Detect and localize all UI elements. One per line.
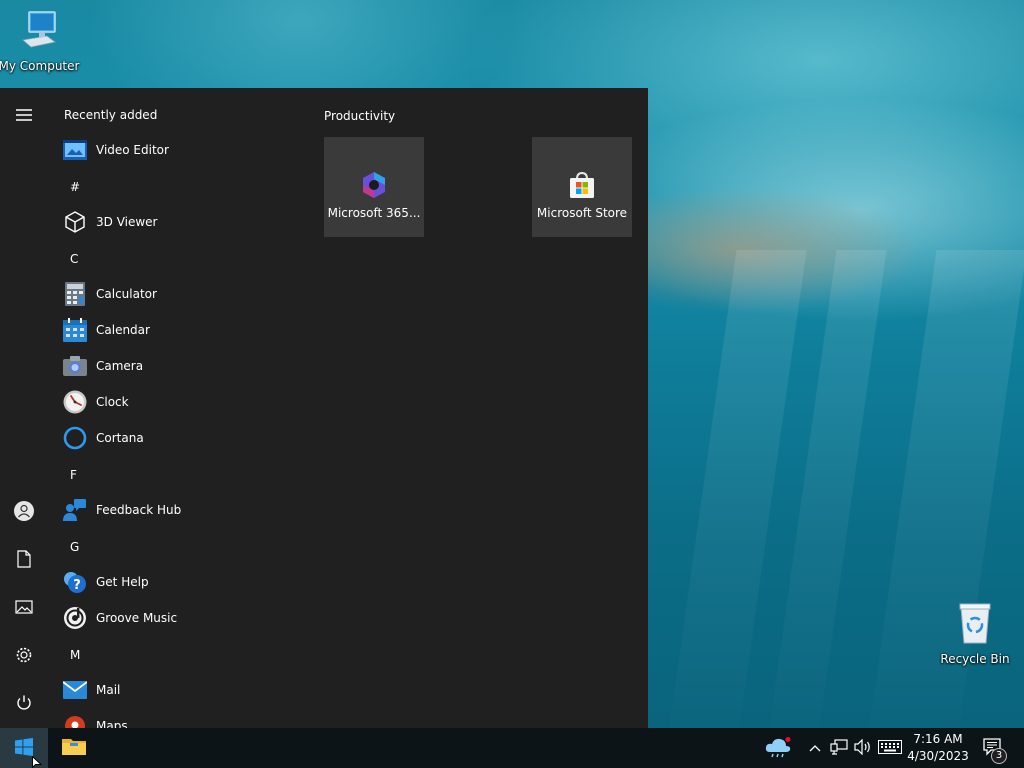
app-list: Recently added Video Editor # 3D Viewer …: [56, 88, 306, 728]
tile-microsoft-store[interactable]: Microsoft Store: [532, 137, 632, 237]
app-item-maps[interactable]: Maps: [62, 708, 302, 728]
keyboard-icon: [878, 739, 902, 757]
app-item-cortana[interactable]: Cortana: [62, 420, 302, 456]
volume-button[interactable]: [852, 728, 874, 768]
chevron-up-icon: [809, 741, 821, 755]
taskbar-clock[interactable]: 7:16 AM 4/30/2023: [904, 731, 972, 765]
letter-header-f[interactable]: F: [70, 468, 77, 482]
recycle-bin-icon: [955, 601, 995, 648]
user-account-button[interactable]: [0, 492, 48, 532]
pictures-icon: [15, 599, 33, 618]
desktop-icon-my-computer[interactable]: My Computer: [0, 10, 81, 73]
app-item-clock[interactable]: Clock: [62, 384, 302, 420]
letter-header-g[interactable]: G: [70, 540, 79, 554]
cortana-icon: [62, 425, 88, 451]
app-item-feedback-hub[interactable]: Feedback Hub: [62, 492, 302, 528]
app-name: Groove Music: [96, 611, 178, 625]
app-item-mail[interactable]: Mail: [62, 672, 302, 708]
power-icon: [15, 694, 33, 715]
letter-header-m[interactable]: M: [70, 648, 80, 662]
tile-microsoft-365[interactable]: Microsoft 365...: [324, 137, 424, 237]
start-menu: Recently added Video Editor # 3D Viewer …: [0, 88, 648, 728]
file-explorer-icon: [62, 737, 86, 760]
microsoft-365-icon: [358, 169, 390, 201]
recently-added-header: Recently added: [64, 108, 158, 122]
app-name: Video Editor: [96, 143, 169, 157]
show-hidden-icons-button[interactable]: [804, 728, 826, 768]
volume-icon: [854, 738, 872, 758]
touch-keyboard-button[interactable]: [876, 728, 904, 768]
hamburger-menu-icon: [15, 108, 33, 125]
mail-icon: [62, 677, 88, 703]
desktop-icon-recycle-bin[interactable]: Recycle Bin: [933, 601, 1017, 666]
weather-widget[interactable]: [760, 728, 796, 768]
app-item-calculator[interactable]: Calculator: [62, 276, 302, 312]
get-help-icon: ?: [62, 569, 88, 595]
app-name: Camera: [96, 359, 144, 373]
app-item-get-help[interactable]: ? Get Help: [62, 564, 302, 600]
app-item-3d-viewer[interactable]: 3D Viewer: [62, 204, 302, 240]
clock-icon: [62, 389, 88, 415]
cube-icon: [62, 209, 88, 235]
app-item-calendar[interactable]: Calendar: [62, 312, 302, 348]
app-name: Feedback Hub: [96, 503, 182, 517]
tile-group-title[interactable]: Productivity: [324, 109, 395, 123]
clock-time: 7:16 AM: [913, 732, 963, 746]
desktop-icon-label: My Computer: [0, 59, 80, 73]
app-name: Get Help: [96, 575, 149, 589]
app-name: Calendar: [96, 323, 150, 337]
letter-header-c[interactable]: C: [70, 252, 78, 266]
taskbar: 7:16 AM 4/30/2023 3: [0, 728, 1024, 768]
weather-icon: [764, 736, 792, 761]
start-rail: [0, 88, 48, 728]
camera-icon: [62, 353, 88, 379]
app-item-groove-music[interactable]: Groove Music: [62, 600, 302, 636]
app-item-camera[interactable]: Camera: [62, 348, 302, 384]
app-name: Maps: [96, 719, 128, 728]
groove-music-icon: [62, 605, 88, 631]
svg-text:?: ?: [73, 578, 81, 593]
hamburger-menu-button[interactable]: [0, 96, 48, 136]
tile-label: Microsoft 365...: [327, 206, 421, 220]
mouse-cursor-icon: [32, 755, 43, 768]
windows-start-icon: [15, 737, 33, 759]
app-name: Mail: [96, 683, 121, 697]
notification-count-badge: 3: [991, 748, 1007, 764]
computer-icon: [19, 10, 59, 55]
clock-date: 4/30/2023: [907, 749, 969, 763]
feedback-hub-icon: [62, 497, 88, 523]
documents-button[interactable]: [0, 540, 48, 580]
tile-label: Microsoft Store: [536, 206, 628, 220]
video-editor-icon: [62, 137, 88, 163]
app-item-video-editor[interactable]: Video Editor: [62, 132, 302, 168]
settings-icon: [15, 646, 33, 667]
app-name: Cortana: [96, 431, 144, 445]
pictures-button[interactable]: [0, 588, 48, 628]
calendar-icon: [62, 317, 88, 343]
app-name: Clock: [96, 395, 129, 409]
documents-icon: [16, 549, 32, 571]
network-icon: [830, 738, 848, 758]
app-name: Calculator: [96, 287, 157, 301]
network-button[interactable]: [828, 728, 850, 768]
file-explorer-button[interactable]: [52, 728, 96, 768]
settings-button[interactable]: [0, 636, 48, 676]
desktop-icon-label: Recycle Bin: [940, 652, 1010, 666]
power-button[interactable]: [0, 684, 48, 724]
calculator-icon: [62, 281, 88, 307]
maps-icon: [62, 713, 88, 728]
user-icon: [13, 500, 35, 525]
app-name: 3D Viewer: [96, 215, 158, 229]
microsoft-store-icon: [566, 169, 598, 201]
letter-header-hash[interactable]: #: [70, 180, 80, 194]
